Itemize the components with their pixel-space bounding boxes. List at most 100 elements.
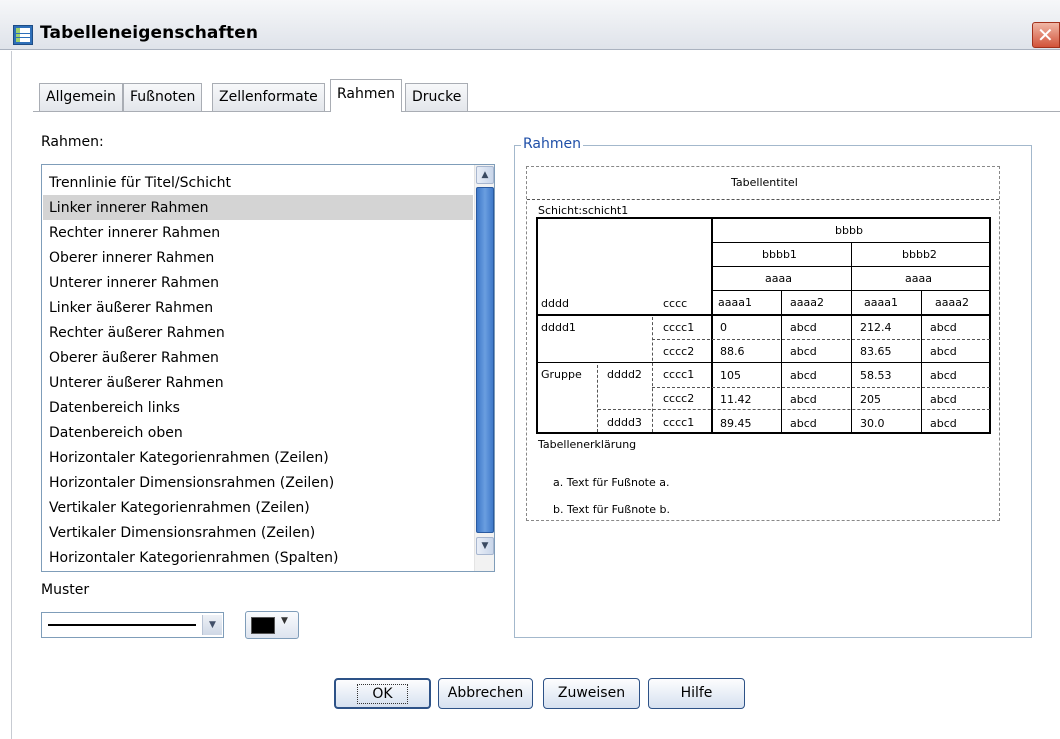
chevron-down-icon[interactable]: ▼ (202, 615, 222, 635)
list-item[interactable]: Unterer innerer Rahmen (43, 270, 473, 295)
preview-cell: abcd (790, 417, 817, 430)
preview-col-header: bbbb2 (902, 248, 937, 261)
preview-cell: 58.53 (860, 369, 892, 382)
preview-cell: 11.42 (720, 393, 752, 406)
preview-divider (712, 266, 990, 267)
tab-strip-border (33, 111, 1060, 112)
preview-row-label: cccc1 (663, 416, 695, 429)
border-list-label: Rahmen: (41, 134, 104, 150)
scroll-thumb[interactable] (476, 187, 494, 533)
cancel-button[interactable]: Abbrechen (438, 678, 533, 709)
preview-cell: 83.65 (860, 345, 892, 358)
preview-cell: 88.6 (720, 345, 745, 358)
list-item[interactable]: Horizontaler Kategorienrahmen (Spalten) (43, 545, 473, 570)
table-properties-icon (13, 25, 33, 45)
preview-row-label: Gruppe (541, 368, 582, 381)
listbox-scrollbar[interactable]: ▲ ▼ (474, 165, 494, 571)
preview-row-label: cccc1 (663, 321, 695, 334)
preview-row-label: dddd1 (541, 321, 576, 334)
scroll-down-icon[interactable]: ▼ (476, 537, 494, 555)
preview-divider (712, 290, 990, 291)
list-item[interactable]: Datenbereich links (43, 395, 473, 420)
preview-row-label: dddd3 (607, 416, 642, 429)
chevron-down-icon[interactable]: ▼ (281, 616, 288, 626)
list-item[interactable]: Oberer innerer Rahmen (43, 245, 473, 270)
list-item[interactable]: Trennlinie für Titel/Schicht (43, 170, 473, 195)
list-item[interactable]: Vertikaler Kategorienrahmen (Zeilen) (43, 495, 473, 520)
list-item[interactable]: Horizontaler Kategorienrahmen (Zeilen) (43, 445, 473, 470)
preview-cell: abcd (790, 345, 817, 358)
preview-col-leaf: aaaa1 (718, 296, 752, 309)
preview-divider (711, 218, 713, 433)
preview-col-header: aaaa (905, 272, 932, 285)
preview-caption: Tabellenerklärung (538, 438, 637, 451)
preview-cell: abcd (930, 369, 957, 382)
preview-col-leaf: aaaa2 (935, 296, 969, 309)
apply-button[interactable]: Zuweisen (543, 678, 640, 709)
list-item[interactable]: Linker äußerer Rahmen (43, 295, 473, 320)
list-item[interactable]: Horizontaler Dimensionsrahmen (Zeilen) (43, 470, 473, 495)
preview-cell: abcd (930, 393, 957, 406)
preview-cell: abcd (790, 321, 817, 334)
preview-cell: abcd (930, 417, 957, 430)
preview-dashed-line (652, 317, 653, 432)
window-frame (11, 51, 12, 739)
preview-dashed-line (652, 387, 990, 388)
ok-button-label[interactable]: OK (357, 684, 408, 704)
preview-col-header: bbbb1 (762, 248, 797, 261)
preview-cell: 205 (860, 393, 881, 406)
list-item[interactable]: Oberer äußerer Rahmen (43, 345, 473, 370)
preview-col-header: bbbb (835, 224, 863, 237)
title-bar: Tabelleneigenschaften ✕ (0, 0, 1060, 50)
preview-cell: 105 (720, 369, 741, 382)
list-item[interactable]: Unterer äußerer Rahmen (43, 370, 473, 395)
preview-divider (851, 242, 852, 433)
ok-button[interactable]: OK (334, 678, 431, 709)
preview-cell: abcd (790, 393, 817, 406)
scroll-up-icon[interactable]: ▲ (476, 166, 494, 184)
preview-row-label: cccc2 (663, 345, 695, 358)
border-listbox[interactable]: Trennlinie für Titel/Schicht Linker inne… (41, 164, 495, 572)
solid-line-pattern (48, 624, 196, 626)
preview-cell: abcd (790, 369, 817, 382)
tab-allgemein[interactable]: Allgemein (39, 83, 123, 111)
preview-group-title: Rahmen (521, 136, 583, 152)
tab-rahmen[interactable]: Rahmen (330, 79, 402, 112)
preview-layer-label: Schicht:schicht1 (538, 204, 629, 217)
preview-footnote: a. Text für Fußnote a. (553, 476, 670, 489)
preview-dashed-line (598, 409, 990, 410)
preview-cell: 30.0 (860, 417, 885, 430)
list-item[interactable]: Rechter äußerer Rahmen (43, 320, 473, 345)
list-item[interactable]: Datenbereich oben (43, 420, 473, 445)
color-swatch (251, 617, 275, 634)
list-item[interactable]: Rechter innerer Rahmen (43, 220, 473, 245)
preview-col-header: aaaa (765, 272, 792, 285)
preview-row-label: dddd2 (607, 368, 642, 381)
tab-fussnoten[interactable]: Fußnoten (123, 83, 203, 111)
preview-row-dim-header: cccc (663, 297, 688, 310)
preview-divider (712, 242, 990, 243)
preview-title-separator (527, 199, 999, 200)
pattern-label: Muster (41, 582, 90, 598)
list-item[interactable]: Vertikaler Dimensionsrahmen (Zeilen) (43, 520, 473, 545)
color-picker-button[interactable]: ▼ (245, 611, 299, 639)
preview-cell: 89.45 (720, 417, 752, 430)
preview-divider (537, 314, 990, 316)
close-button[interactable]: ✕ (1032, 22, 1060, 48)
preview-dashed-line (652, 339, 990, 340)
preview-table-title: Tabellentitel (731, 176, 798, 189)
help-button[interactable]: Hilfe (648, 678, 745, 709)
preview-footnote: b. Text für Fußnote b. (553, 503, 670, 516)
tab-zellenformate[interactable]: Zellenformate (212, 83, 325, 111)
close-icon[interactable]: ✕ (1037, 24, 1054, 46)
preview-cell: abcd (930, 345, 957, 358)
preview-row-label: cccc2 (663, 392, 695, 405)
pattern-dropdown[interactable]: ▼ (41, 612, 224, 638)
preview-row-dim-header: dddd (541, 297, 569, 310)
preview-col-leaf: aaaa1 (864, 296, 898, 309)
preview-col-leaf: aaaa2 (790, 296, 824, 309)
tab-drucke[interactable]: Drucke (405, 83, 469, 111)
list-item-selected[interactable]: Linker innerer Rahmen (43, 195, 473, 220)
preview-dashed-line (597, 365, 598, 432)
preview-cell: 212.4 (860, 321, 892, 334)
